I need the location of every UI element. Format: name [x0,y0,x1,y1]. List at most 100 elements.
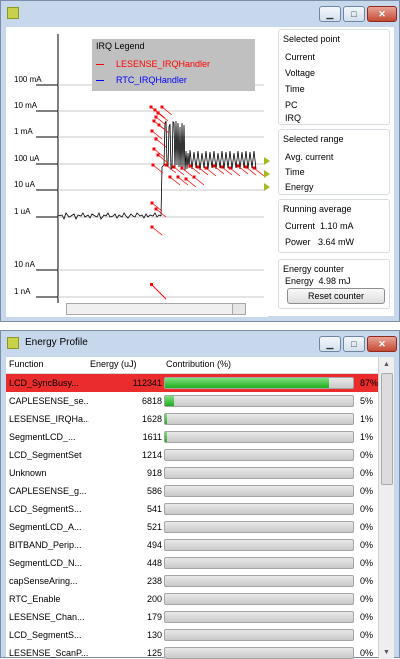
reset-counter-button[interactable]: Reset counter [287,288,385,304]
maximize-button[interactable]: □ [343,6,365,22]
contribution-bar [164,449,354,461]
y-tick-label: 1 uA [14,207,31,216]
profile-table-header: Function Energy (uJ) Contribution (%) [6,357,379,374]
energy-cell: 541 [146,504,162,514]
contribution-bar-fill [165,414,168,424]
contribution-bar [164,503,354,515]
selected-range-panel: Selected range Avg. current Time Energy [278,129,390,195]
contribution-bar [164,377,354,389]
table-row[interactable]: LESENSE_IRQHa... 1628 1% [6,410,379,428]
energy-cell: 112341 [132,378,162,388]
function-cell: SegmentLCD_A... [9,522,82,532]
avg-current-arrow-icon [264,157,270,165]
y-tick-label: 10 nA [14,260,36,269]
function-cell: BITBAND_Perip... [9,540,82,550]
contribution-bar [164,557,354,569]
minimize-button[interactable]: ▁ [319,6,341,22]
contribution-bar [164,629,354,641]
contribution-bar [164,521,354,533]
contribution-bar [164,395,354,407]
y-tick-label: 1 mA [14,127,33,136]
contribution-bar [164,575,354,587]
profile-scrollbar-thumb[interactable] [381,373,393,485]
percent-cell: 0% [360,630,374,640]
energy-cell: 1214 [141,450,162,460]
field-irq: IRQ [285,113,302,123]
table-row[interactable]: SegmentLCD_N... 448 0% [6,554,379,572]
irq-marker-low-dot [150,283,153,286]
percent-cell: 87% [360,378,379,388]
table-row[interactable]: CAPLESENSE_g... 586 0% [6,482,379,500]
table-row[interactable]: SegmentLCD_A... 521 0% [6,518,379,536]
column-function[interactable]: Function [9,359,44,369]
plot-horizontal-scrollbar[interactable] [66,303,246,315]
legend-label-lesense: LESENSE_IRQHandler [116,59,211,69]
function-cell: CAPLESENSE_se... [9,396,89,406]
running-current-value: 1.10 mA [320,221,354,231]
energy-cell: 586 [146,486,162,496]
energy-cell: 1628 [141,414,162,424]
table-row[interactable]: Unknown 918 0% [6,464,379,482]
function-cell: capSenseAring... [9,576,78,586]
field-time: Time [285,84,305,94]
contribution-bar [164,413,354,425]
close-button[interactable]: ✕ [367,6,397,22]
energy-counter-label: Energy [285,276,314,286]
table-row[interactable]: LCD_SegmentS... 130 0% [6,626,379,644]
energy-cell: 918 [146,468,162,478]
energy-arrow-icon [264,183,270,191]
percent-cell: 0% [360,612,374,622]
profile-vertical-scrollbar[interactable]: ▲ ▼ [378,357,394,659]
table-row[interactable]: LCD_SegmentS... 541 0% [6,500,379,518]
field-range-energy: Energy [285,182,314,192]
function-cell: SegmentLCD_... [9,432,76,442]
energy-monitor-window: ▁ □ ✕ 100 mA 10 mA 1 mA 100 uA 10 uA 1 uA 10 n… [0,0,400,322]
energy-cell: 521 [146,522,162,532]
running-power-value: 3.64 mW [318,237,355,247]
profile-minimize-button[interactable]: ▁ [319,336,341,352]
time-arrow-icon [264,170,270,178]
contribution-bar [164,647,354,659]
legend-swatch-lesense [96,64,104,66]
energy-cell: 494 [146,540,162,550]
y-tick-label: 100 uA [14,154,40,163]
running-current-row: Current 1.10 mA [285,221,354,231]
y-tick-label: 100 mA [14,75,42,84]
function-cell: LCD_SegmentS... [9,504,82,514]
legend-label-rtc: RTC_IRQHandler [116,75,187,85]
profile-maximize-button[interactable]: □ [343,336,365,352]
table-row[interactable]: BITBAND_Perip... 494 0% [6,536,379,554]
irq-legend-title: IRQ Legend [96,41,145,51]
percent-cell: 0% [360,468,374,478]
energy-counter-panel: Energy counter Energy 4.98 mJ Reset coun… [278,259,390,309]
scroll-up-icon[interactable]: ▲ [379,357,394,371]
function-cell: RTC_Enable [9,594,61,604]
energy-counter-value: 4.98 mJ [318,276,351,286]
table-row[interactable]: LCD_SegmentSet 1214 0% [6,446,379,464]
function-cell: CAPLESENSE_g... [9,486,87,496]
monitor-titlebar: ▁ □ ✕ [1,1,399,27]
table-row[interactable]: LCD_SyncBusy... 112341 87% [6,374,379,392]
running-average-panel: Running average Current 1.10 mA Power 3.… [278,199,390,253]
contribution-bar-fill [165,378,329,388]
column-contribution[interactable]: Contribution (%) [166,359,231,369]
monitor-client: 100 mA 10 mA 1 mA 100 uA 10 uA 1 uA 10 nA 1 nA … [6,27,394,317]
table-row[interactable]: CAPLESENSE_se... 6818 5% [6,392,379,410]
percent-cell: 0% [360,576,374,586]
table-row[interactable]: capSenseAring... 238 0% [6,572,379,590]
profile-table-body: LCD_SyncBusy... 112341 87% CAPLESENSE_se...… [6,374,379,659]
scroll-down-icon[interactable]: ▼ [379,645,394,659]
column-energy[interactable]: Energy (uJ) [90,359,137,369]
y-tick-label: 10 mA [14,101,38,110]
table-row[interactable]: SegmentLCD_... 1611 1% [6,428,379,446]
contribution-bar-fill [165,396,175,406]
table-row[interactable]: LESENSE_Chan... 179 0% [6,608,379,626]
table-row[interactable]: LESENSE_ScanP... 125 0% [6,644,379,659]
table-row[interactable]: RTC_Enable 200 0% [6,590,379,608]
profile-close-button[interactable]: ✕ [367,336,397,352]
scrollbar-thumb[interactable] [232,304,245,314]
function-cell: LESENSE_ScanP... [9,648,89,658]
profile-client: Function Energy (uJ) Contribution (%) LC… [6,357,394,659]
function-cell: LESENSE_Chan... [9,612,85,622]
energy-cell: 125 [146,648,162,658]
